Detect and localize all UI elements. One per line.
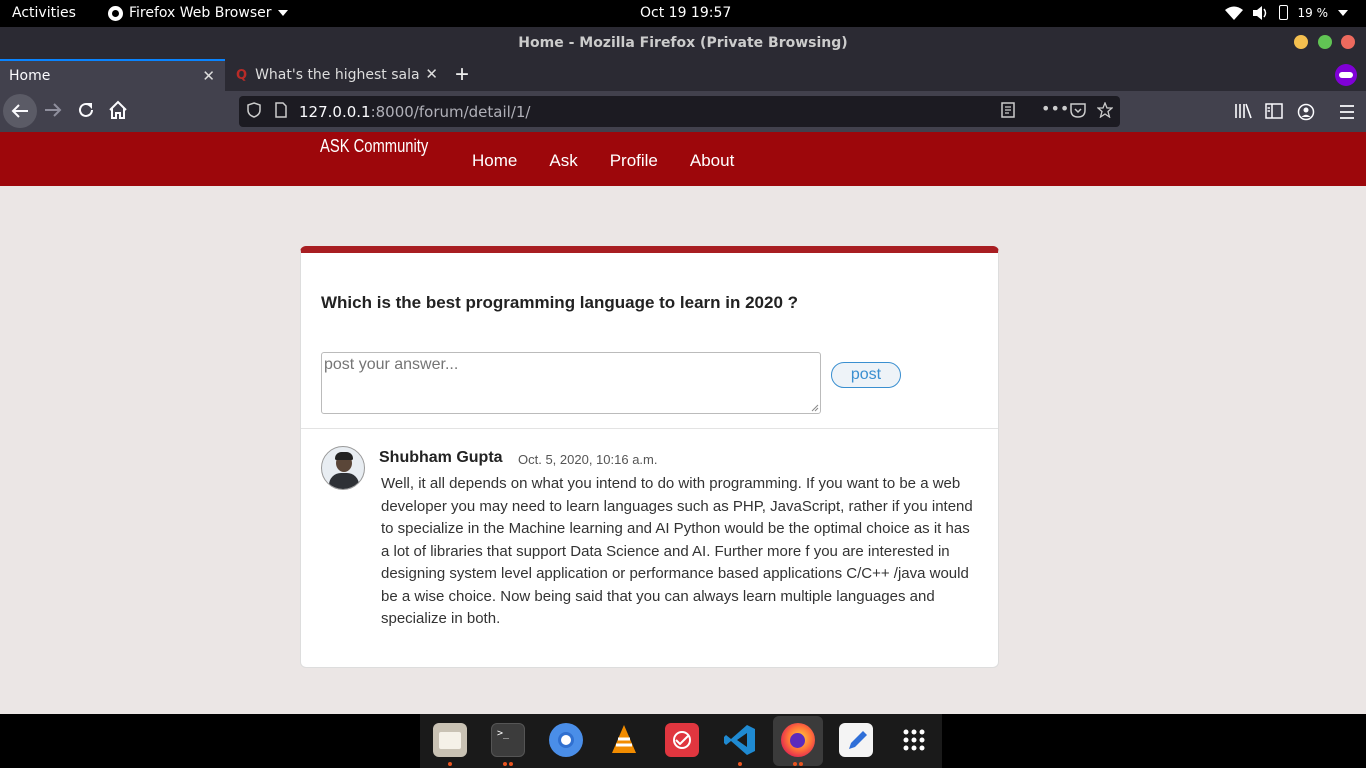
nav-about[interactable]: About	[690, 151, 734, 171]
home-icon[interactable]	[108, 99, 128, 121]
system-tray[interactable]: 19 %	[1224, 5, 1348, 20]
page-info-icon[interactable]	[275, 102, 287, 118]
avatar-body	[329, 473, 359, 489]
divider	[301, 428, 998, 429]
volume-icon	[1252, 5, 1266, 20]
forward-arrow-icon[interactable]	[43, 99, 63, 121]
vlc-icon[interactable]	[607, 723, 641, 757]
back-button[interactable]	[3, 94, 37, 128]
question-card: Which is the best programming language t…	[300, 246, 999, 668]
battery-icon	[1278, 5, 1288, 20]
minimize-button[interactable]	[1294, 35, 1308, 49]
account-icon[interactable]	[1297, 103, 1315, 121]
reload-icon[interactable]	[76, 99, 96, 121]
running-indicator	[793, 762, 797, 766]
avatar	[321, 446, 365, 490]
tab-home[interactable]: Home ✕	[0, 59, 225, 91]
library-icon[interactable]	[1234, 103, 1252, 119]
url-host: 127.0.0.1	[299, 103, 371, 121]
sidebar-icon[interactable]	[1265, 103, 1283, 119]
site-nav: Home Ask Profile About	[472, 151, 734, 171]
answer-date: Oct. 5, 2020, 10:16 a.m.	[518, 452, 658, 467]
answer-author: Shubham Gupta	[379, 449, 503, 466]
site-brand[interactable]: ASK Community	[320, 136, 428, 157]
hamburger-menu-icon[interactable]	[1338, 104, 1356, 120]
tray-dropdown-icon	[1338, 9, 1348, 16]
nav-ask[interactable]: Ask	[549, 151, 577, 171]
navigation-toolbar: 127.0.0.1:8000/forum/detail/1/ •••	[0, 91, 1366, 132]
post-button[interactable]: post	[831, 362, 901, 388]
app-menu-label: Firefox Web Browser	[129, 5, 272, 21]
tab-label: Home	[9, 68, 51, 84]
answer-input[interactable]	[321, 352, 821, 414]
pocket-icon[interactable]	[1070, 102, 1086, 118]
chromium-icon[interactable]	[549, 723, 583, 757]
firefox-icon[interactable]	[781, 723, 815, 757]
system-top-bar: Activities Firefox Web Browser Oct 19 19…	[0, 0, 1366, 27]
firefox-small-icon	[108, 5, 123, 21]
tab-label: What's the highest salary	[255, 67, 421, 83]
url-bar[interactable]: 127.0.0.1:8000/forum/detail/1/ •••	[239, 96, 1120, 127]
text-editor-icon[interactable]	[839, 723, 873, 757]
battery-level: 19 %	[1297, 5, 1329, 20]
app-menu[interactable]: Firefox Web Browser	[108, 5, 288, 21]
running-indicator	[503, 762, 507, 766]
nav-home[interactable]: Home	[472, 151, 517, 171]
files-icon[interactable]	[433, 723, 467, 757]
back-arrow-icon	[11, 104, 28, 118]
running-indicator	[509, 762, 513, 766]
new-tab-icon[interactable]: +	[455, 61, 469, 89]
close-window-button[interactable]	[1341, 35, 1355, 49]
dock: >_	[420, 714, 942, 768]
running-indicator	[448, 762, 452, 766]
tab-strip: Home ✕ Q What's the highest salary ✕ +	[0, 59, 1366, 91]
activities-button[interactable]: Activities	[12, 5, 76, 21]
window-title-bar: Home - Mozilla Firefox (Private Browsing…	[0, 27, 1366, 59]
todo-icon[interactable]	[665, 723, 699, 757]
terminal-icon[interactable]: >_	[491, 723, 525, 757]
reader-view-icon[interactable]	[1001, 102, 1015, 118]
nav-profile[interactable]: Profile	[610, 151, 658, 171]
maximize-button[interactable]	[1318, 35, 1332, 49]
site-header: ASK Community Home Ask Profile About	[0, 132, 1366, 186]
resize-handle-icon[interactable]	[810, 403, 819, 412]
avatar-hair	[335, 452, 353, 460]
page-actions-icon[interactable]: •••	[1041, 99, 1069, 118]
wifi-icon	[1224, 6, 1243, 20]
running-indicator	[738, 762, 742, 766]
close-tab-icon[interactable]: ✕	[202, 67, 215, 85]
close-tab-icon[interactable]: ✕	[425, 65, 438, 83]
answer-text: Well, it all depends on what you intend …	[381, 475, 973, 627]
url-path: :8000/forum/detail/1/	[370, 103, 531, 121]
dropdown-arrow-icon	[277, 10, 288, 16]
window-title: Home - Mozilla Firefox (Private Browsing…	[518, 35, 848, 51]
clock[interactable]: Oct 19 19:57	[640, 5, 731, 21]
vscode-icon[interactable]	[723, 723, 757, 757]
tab-quora[interactable]: Q What's the highest salary ✕	[228, 59, 448, 91]
web-page: ASK Community Home Ask Profile About Whi…	[0, 132, 1366, 714]
app-grid-icon[interactable]	[897, 723, 931, 757]
bookmark-star-icon[interactable]	[1097, 102, 1113, 118]
shield-icon[interactable]	[247, 102, 261, 118]
private-browsing-icon	[1335, 64, 1357, 86]
quora-favicon-icon: Q	[236, 67, 248, 83]
running-indicator	[799, 762, 803, 766]
url-text: 127.0.0.1:8000/forum/detail/1/	[299, 103, 530, 121]
question-title: Which is the best programming language t…	[321, 293, 799, 312]
